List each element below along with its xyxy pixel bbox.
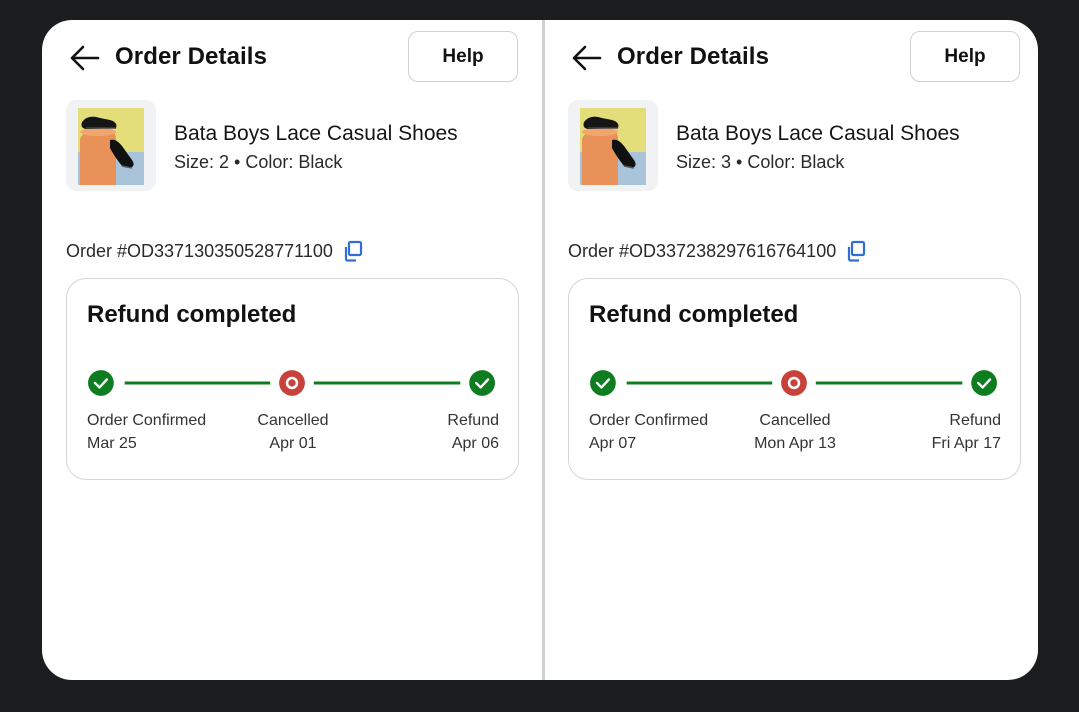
order-panel-right: Order Details Help Bata Boys Lace Casual…	[544, 20, 1038, 680]
step-date: Mar 25	[87, 435, 137, 452]
cancel-circle-icon	[279, 370, 305, 396]
product-name[interactable]: Bata Boys Lace Casual Shoes	[174, 122, 458, 146]
comparison-frame: Order Details Help Bata Boys Lace Casual…	[42, 20, 1038, 680]
cancel-circle-icon	[781, 370, 807, 396]
product-thumbnail[interactable]	[568, 100, 658, 191]
step-cancelled: Cancelled Mon Apr 13	[754, 409, 836, 455]
step-cancelled: Cancelled Apr 01	[257, 409, 328, 455]
step-order-confirmed: Order Confirmed Mar 25	[87, 409, 206, 455]
order-id-row: Order #OD337238297616764100	[568, 240, 867, 262]
check-circle-icon	[469, 370, 495, 396]
step-label: Refund	[949, 412, 1001, 429]
help-button[interactable]: Help	[910, 31, 1020, 82]
step-refund: Refund Fri Apr 17	[932, 409, 1001, 455]
arrow-left-icon[interactable]	[68, 44, 100, 72]
step-date: Fri Apr 17	[931, 435, 1001, 452]
step-order-confirmed: Order Confirmed Apr 07	[589, 409, 708, 455]
refund-status-card: Refund completed Order Confirmed	[568, 278, 1021, 480]
page-title: Order Details	[617, 43, 770, 70]
step-label: Cancelled	[759, 412, 831, 429]
page-title: Order Details	[115, 43, 268, 70]
product-variant: Size: 2 • Color: Black	[174, 152, 343, 172]
order-id-row: Order #OD337130350528771100	[66, 240, 364, 262]
help-button[interactable]: Help	[408, 31, 518, 82]
order-panel-left: Order Details Help Bata Boys Lace Casual…	[42, 20, 542, 680]
shoe-image	[78, 108, 144, 185]
product-name[interactable]: Bata Boys Lace Casual Shoes	[676, 122, 960, 146]
product-variant: Size: 3 • Color: Black	[676, 152, 845, 172]
product-thumbnail[interactable]	[66, 100, 156, 191]
step-date: Mon Apr 13	[754, 435, 836, 452]
check-circle-icon	[88, 370, 114, 396]
step-date: Apr 06	[451, 435, 499, 452]
copy-icon[interactable]	[845, 240, 867, 262]
order-id: Order #OD337130350528771100	[66, 240, 333, 261]
step-label: Order Confirmed	[589, 412, 709, 429]
arrow-left-icon[interactable]	[570, 44, 602, 72]
copy-icon[interactable]	[342, 240, 364, 262]
order-id: Order #OD337238297616764100	[568, 240, 837, 261]
shoe-image	[580, 108, 646, 185]
check-circle-icon	[590, 370, 616, 396]
step-date: Apr 01	[269, 435, 317, 452]
step-label: Cancelled	[257, 412, 329, 429]
step-date: Apr 07	[589, 435, 637, 452]
refund-status-card: Refund completed Order Confirmed	[66, 278, 519, 480]
step-label: Order Confirmed	[87, 412, 207, 429]
step-label: Refund	[447, 412, 499, 429]
check-circle-icon	[971, 370, 997, 396]
step-refund: Refund Apr 06	[447, 409, 499, 455]
